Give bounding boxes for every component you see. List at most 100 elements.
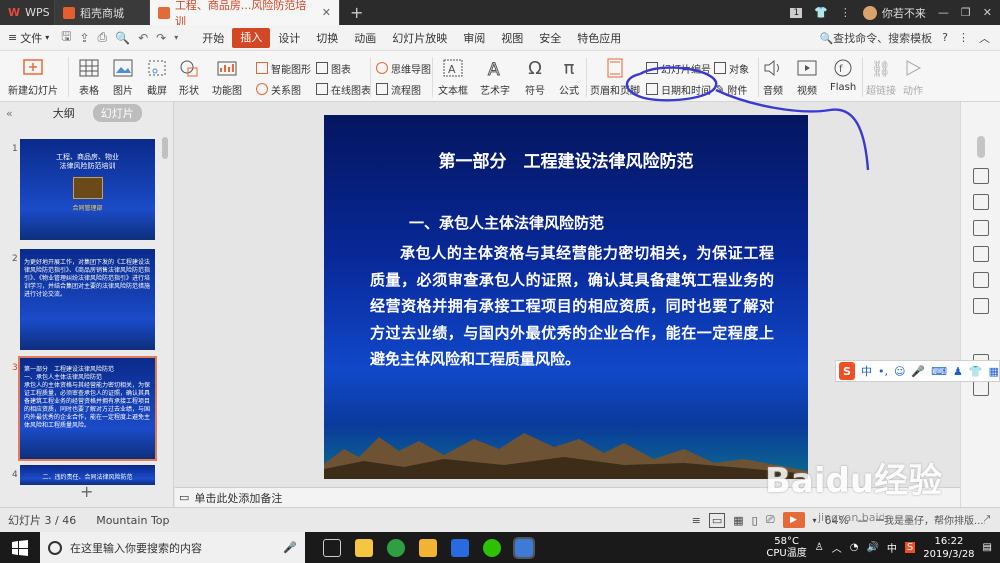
file-menu[interactable]: ≡ 文件 ▾ <box>0 30 57 46</box>
flash-button[interactable]: f Flash <box>830 57 856 93</box>
help-icon[interactable]: ? <box>942 31 948 44</box>
scroll-handle[interactable] <box>976 136 985 158</box>
minimize-icon[interactable]: — <box>938 6 949 19</box>
attachment-button[interactable]: ✎ 附件 <box>716 81 747 97</box>
taskbar-search[interactable]: 在这里输入你要搜索的内容 🎤 <box>40 532 305 563</box>
file-explorer-icon[interactable] <box>419 538 437 557</box>
maximize-icon[interactable]: ❐ <box>961 6 971 19</box>
print-icon[interactable]: ⎙ <box>94 30 112 45</box>
share-icon[interactable] <box>972 272 989 288</box>
cpu-monitor[interactable]: 58°C CPU温度 <box>766 536 806 560</box>
play-slideshow-button[interactable]: ▶ <box>782 512 805 528</box>
punctuation-icon[interactable]: •, <box>878 365 888 378</box>
tab-wps[interactable]: W WPS <box>0 0 55 25</box>
function-chart-button[interactable]: 功能图 <box>212 57 242 97</box>
header-footer-button[interactable]: 页眉和页脚 <box>590 57 640 97</box>
network-icon[interactable]: ◔ <box>850 542 859 553</box>
symbol-button[interactable]: Ω 符号 <box>524 57 546 98</box>
skin-icon[interactable]: 👕 <box>814 6 828 19</box>
image-button[interactable]: 图片 <box>112 57 134 97</box>
menu-insert[interactable]: 插入 <box>232 27 271 48</box>
reading-view-icon[interactable]: ▯ <box>752 514 758 527</box>
menu-icon[interactable]: ⋮ <box>840 6 851 19</box>
menu-transition[interactable]: 切换 <box>308 30 346 46</box>
hyperlink-button[interactable]: ⛓ 超链接 <box>866 57 896 98</box>
menu-security[interactable]: 安全 <box>531 30 569 46</box>
audio-button[interactable]: 音频 <box>762 57 784 97</box>
shape-button[interactable]: 形状 <box>178 57 200 97</box>
more-icon[interactable]: ▾ <box>170 33 182 42</box>
volume-icon[interactable]: 🔊 <box>866 542 878 553</box>
task-view-icon[interactable] <box>323 538 341 557</box>
new-tab-button[interactable]: + <box>340 0 373 25</box>
start-button[interactable] <box>0 539 40 556</box>
wps-presentation-icon[interactable] <box>513 536 535 559</box>
tab-daoke[interactable]: 稻壳商城 <box>55 0 150 25</box>
slides-tab[interactable]: 幻灯片 <box>92 104 142 122</box>
page-badge[interactable]: 1 <box>790 7 803 18</box>
record-icon[interactable]: ⎚ <box>766 513 775 527</box>
play-options-icon[interactable]: ▾ <box>813 516 817 525</box>
wechat-icon[interactable] <box>483 538 501 557</box>
notepad-icon[interactable] <box>355 538 373 557</box>
table-button[interactable]: 表格 <box>78 57 100 97</box>
undo-icon[interactable]: ↶ <box>134 31 152 45</box>
notes-placeholder[interactable]: 单击此处添加备注 <box>194 490 282 506</box>
slide-thumbnail-3[interactable]: 第一部分 工程建设法律风险防范 一、承包人主体法律风险防范 承包人的主体资格与其… <box>18 356 157 461</box>
video-button[interactable]: 视频 <box>796 57 818 97</box>
tools-icon[interactable]: ▦ <box>989 365 999 378</box>
ime-mode[interactable]: 中 <box>861 363 872 379</box>
add-slide-icon[interactable]: + <box>80 482 93 501</box>
export-icon[interactable]: ⇪ <box>75 31 93 45</box>
preview-icon[interactable]: 🔍 <box>111 31 134 45</box>
flowchart-button[interactable]: 流程图 <box>376 81 421 97</box>
emoji-icon[interactable]: ☺ <box>894 365 905 378</box>
slide-number-button[interactable]: 幻灯片编号 <box>646 60 711 76</box>
settings-icon[interactable] <box>972 380 989 396</box>
textbox-button[interactable]: A 文本框 <box>438 57 468 97</box>
wps-app-icon[interactable] <box>451 538 469 557</box>
slide-body[interactable]: 承包人的主体资格与其经营能力密切相关，为保证工程质量，必须审查承包人的证照，确认… <box>370 240 774 373</box>
menu-slideshow[interactable]: 幻灯片放映 <box>384 30 455 46</box>
notification-icon[interactable]: ▤ <box>983 542 992 553</box>
normal-view-icon[interactable]: ▭ <box>708 512 726 528</box>
tab-document[interactable]: 工程、商品房...风险防范培训 ✕ <box>150 0 340 28</box>
collapse-panel-icon[interactable]: « <box>6 107 13 120</box>
smartart-button[interactable]: 智能图形 <box>256 60 311 76</box>
notes-toggle-icon[interactable]: ≡ <box>692 514 701 527</box>
close-window-icon[interactable]: ✕ <box>983 6 992 19</box>
more-options-icon[interactable]: ⋮ <box>958 31 969 44</box>
online-chart-button[interactable]: 在线图表 <box>316 81 371 97</box>
close-tab-icon[interactable]: ✕ <box>322 6 331 19</box>
animation-icon[interactable] <box>972 246 989 262</box>
microphone-icon[interactable]: 🎤 <box>283 541 297 554</box>
collapse-ribbon-icon[interactable]: ︿ <box>979 30 990 46</box>
new-slide-button[interactable]: 新建幻灯片 <box>8 57 58 97</box>
relation-button[interactable]: 关系图 <box>256 81 301 97</box>
screenshot-button[interactable]: 截屏 <box>146 57 168 97</box>
slide-thumbnail-2[interactable]: 为更好地开展工作，对集团下发的《工程建设法律风险防范指引》、《商品房销售法律风险… <box>20 249 155 350</box>
sorter-view-icon[interactable]: ▦ <box>733 514 743 527</box>
menu-animation[interactable]: 动画 <box>346 30 384 46</box>
template-icon[interactable] <box>972 220 989 236</box>
skin-icon[interactable]: 👕 <box>969 365 983 378</box>
formula-button[interactable]: π 公式 <box>558 57 580 98</box>
slide-thumbnail-1[interactable]: 工程、商品房、物业 法律风险防范培训 合同管理部 <box>20 139 155 240</box>
mindmap-button[interactable]: 思维导图 <box>376 60 431 76</box>
menu-home[interactable]: 开始 <box>194 30 232 46</box>
refresh-app-icon[interactable] <box>387 538 405 557</box>
wordart-button[interactable]: A 艺术字 <box>480 57 510 98</box>
sogou-logo-icon[interactable]: S <box>839 362 855 380</box>
mic-icon[interactable]: 🎤 <box>911 365 925 378</box>
property-icon[interactable] <box>972 168 989 184</box>
tray-ime[interactable]: 中 <box>887 540 897 555</box>
date-time-button[interactable]: 日期和时间 <box>646 81 711 97</box>
command-search[interactable]: 🔍查找命令、搜索模板 <box>819 30 932 46</box>
user-account[interactable]: 你若不来 <box>862 5 926 21</box>
panel-scrollbar[interactable] <box>162 137 168 159</box>
redo-icon[interactable]: ↷ <box>152 31 170 45</box>
sogou-tray-icon[interactable]: S <box>904 542 916 553</box>
copy-icon[interactable] <box>972 194 989 210</box>
object-button[interactable]: 对象 <box>714 60 749 76</box>
menu-design[interactable]: 设计 <box>270 30 308 46</box>
